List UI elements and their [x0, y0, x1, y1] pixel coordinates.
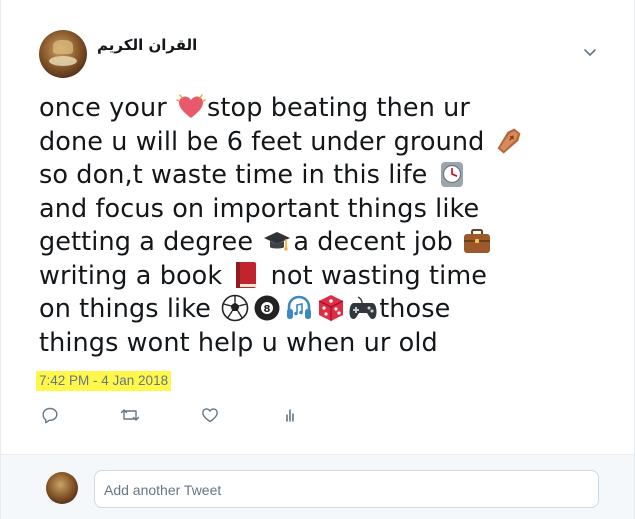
tweet-text-segment: a decent job: [293, 227, 462, 257]
tweet-text: once your stop beating then ur done u wil…: [39, 92, 599, 360]
tweet-text-segment: on things like: [39, 294, 220, 324]
gamepad-icon: [348, 293, 378, 323]
headphones-icon: [284, 293, 314, 323]
tweet-text-segment: once your: [39, 93, 176, 123]
tweet-line: once your stop beating then ur: [39, 92, 599, 126]
tweet-text-segment: getting a degree: [39, 227, 262, 257]
reply-icon[interactable]: [39, 404, 61, 426]
tweet-text-segment: done u will be 6 feet under ground: [39, 126, 493, 157]
like-icon[interactable]: [199, 404, 221, 426]
tweet-line: so don,t waste time in this life: [39, 159, 599, 193]
clock-icon: [437, 159, 467, 189]
tweet-line: writing a book not wasting time: [39, 260, 599, 294]
tweet-text-segment: writing a book: [39, 260, 231, 291]
briefcase-icon: [462, 226, 492, 256]
analytics-icon[interactable]: [279, 404, 301, 426]
author-name[interactable]: القران الكريم: [97, 36, 197, 54]
tweet-text-segment: and focus on important things like: [39, 193, 480, 224]
tweet-card: القران الكريم once your stop beating the…: [0, 0, 635, 519]
soccer-ball-icon: [220, 293, 250, 323]
tweet-text-segment: not wasting time: [262, 260, 488, 291]
reply-avatar: [46, 472, 78, 504]
coffin-icon: [494, 126, 524, 156]
tweet-text-segment: so don,t waste time in this life: [39, 160, 436, 190]
tweet-text-segment: stop beating then ur: [207, 93, 471, 123]
avatar[interactable]: [39, 30, 87, 78]
reply-input[interactable]: Add another Tweet: [94, 470, 599, 508]
eight-ball-icon: 8: [252, 293, 282, 323]
tweet-line: things wont help u when ur old: [39, 327, 599, 361]
tweet-line: done u will be 6 feet under ground: [39, 126, 599, 160]
tweet-line: and focus on important things like: [39, 193, 599, 227]
tweet-header: القران الكريم: [37, 26, 614, 82]
tweet-line: on things like 8 those: [39, 293, 599, 327]
tweet-line: getting a degree a decent job: [39, 226, 599, 260]
graduation-cap-icon: [262, 226, 292, 256]
tweet-timestamp[interactable]: 7:42 PM - 4 Jan 2018: [36, 371, 172, 391]
tweet-text-segment: those: [379, 294, 451, 324]
svg-text:8: 8: [264, 304, 271, 315]
tweet-text-segment: things wont help u when ur old: [39, 327, 438, 358]
heart-icon: [176, 92, 206, 122]
dice-icon: [316, 293, 346, 323]
tweet-actions: [39, 404, 339, 426]
book-icon: [231, 260, 261, 290]
chevron-down-icon[interactable]: [582, 44, 598, 60]
retweet-icon[interactable]: [119, 404, 141, 426]
